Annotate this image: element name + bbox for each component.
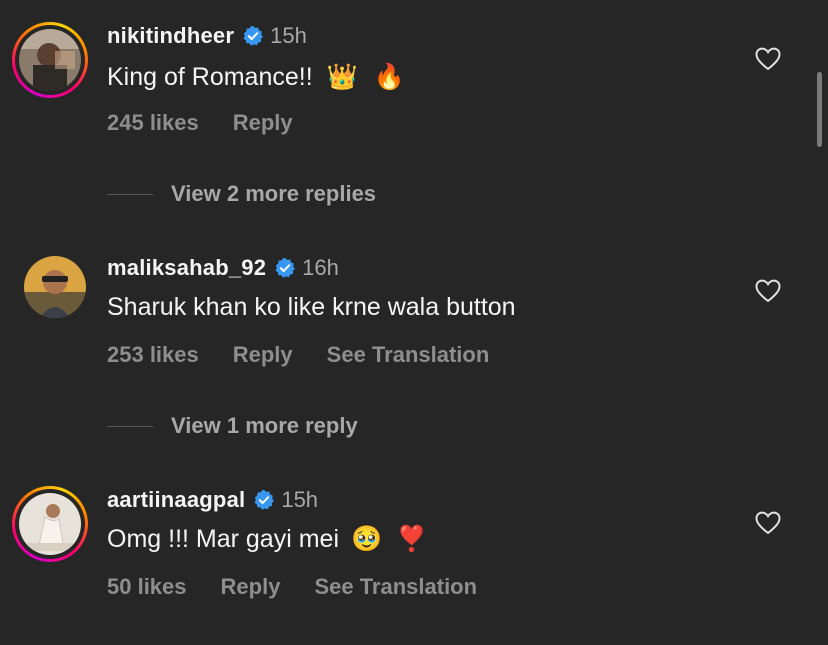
- divider-line: [107, 193, 153, 195]
- reply-button[interactable]: Reply: [221, 574, 281, 600]
- avatar: [19, 493, 81, 555]
- view-more-replies[interactable]: View 1 more reply: [107, 412, 358, 440]
- avatar-story-ring[interactable]: [12, 22, 88, 98]
- reply-button[interactable]: Reply: [233, 110, 293, 136]
- avatar[interactable]: [24, 256, 86, 318]
- reply-button[interactable]: Reply: [233, 342, 293, 368]
- scrollbar[interactable]: [817, 72, 822, 147]
- username[interactable]: maliksahab_92: [107, 255, 266, 281]
- comments-list: nikitindheer 15h King of Romance!! 👑 🔥 2…: [0, 0, 828, 645]
- like-heart-icon[interactable]: [755, 511, 781, 535]
- see-translation-button[interactable]: See Translation: [314, 574, 477, 600]
- comment-time: 15h: [270, 23, 307, 48]
- verified-badge-icon: [254, 489, 275, 510]
- likes-count[interactable]: 245 likes: [107, 110, 199, 136]
- comment-text: Omg !!! Mar gayi mei 🥹 ❣️: [107, 524, 428, 553]
- see-translation-button[interactable]: See Translation: [327, 342, 490, 368]
- verified-badge-icon: [243, 25, 264, 46]
- verified-badge-icon: [275, 257, 296, 278]
- view-more-replies[interactable]: View 2 more replies: [107, 180, 376, 208]
- heart-exclamation-emoji-icon: ❣️: [396, 524, 428, 553]
- fire-emoji-icon: 🔥: [373, 62, 405, 91]
- username[interactable]: aartiinaagpal: [107, 487, 245, 513]
- likes-count[interactable]: 50 likes: [107, 574, 187, 600]
- view-more-replies-label[interactable]: View 1 more reply: [171, 413, 358, 439]
- crown-emoji-icon: 👑: [326, 62, 358, 91]
- view-more-replies-label[interactable]: View 2 more replies: [171, 181, 376, 207]
- comment-time: 16h: [302, 255, 339, 280]
- comment-text: King of Romance!! 👑 🔥: [107, 62, 405, 91]
- likes-count[interactable]: 253 likes: [107, 342, 199, 368]
- divider-line: [107, 425, 153, 427]
- avatar: [19, 29, 81, 91]
- like-heart-icon[interactable]: [755, 47, 781, 71]
- username[interactable]: nikitindheer: [107, 23, 234, 49]
- pleading-face-emoji-icon: 🥹: [351, 524, 383, 553]
- comment-time: 15h: [281, 487, 319, 512]
- avatar-story-ring[interactable]: [12, 486, 88, 562]
- comment-text: Sharuk khan ko like krne wala button: [107, 292, 516, 321]
- like-heart-icon[interactable]: [755, 279, 781, 303]
